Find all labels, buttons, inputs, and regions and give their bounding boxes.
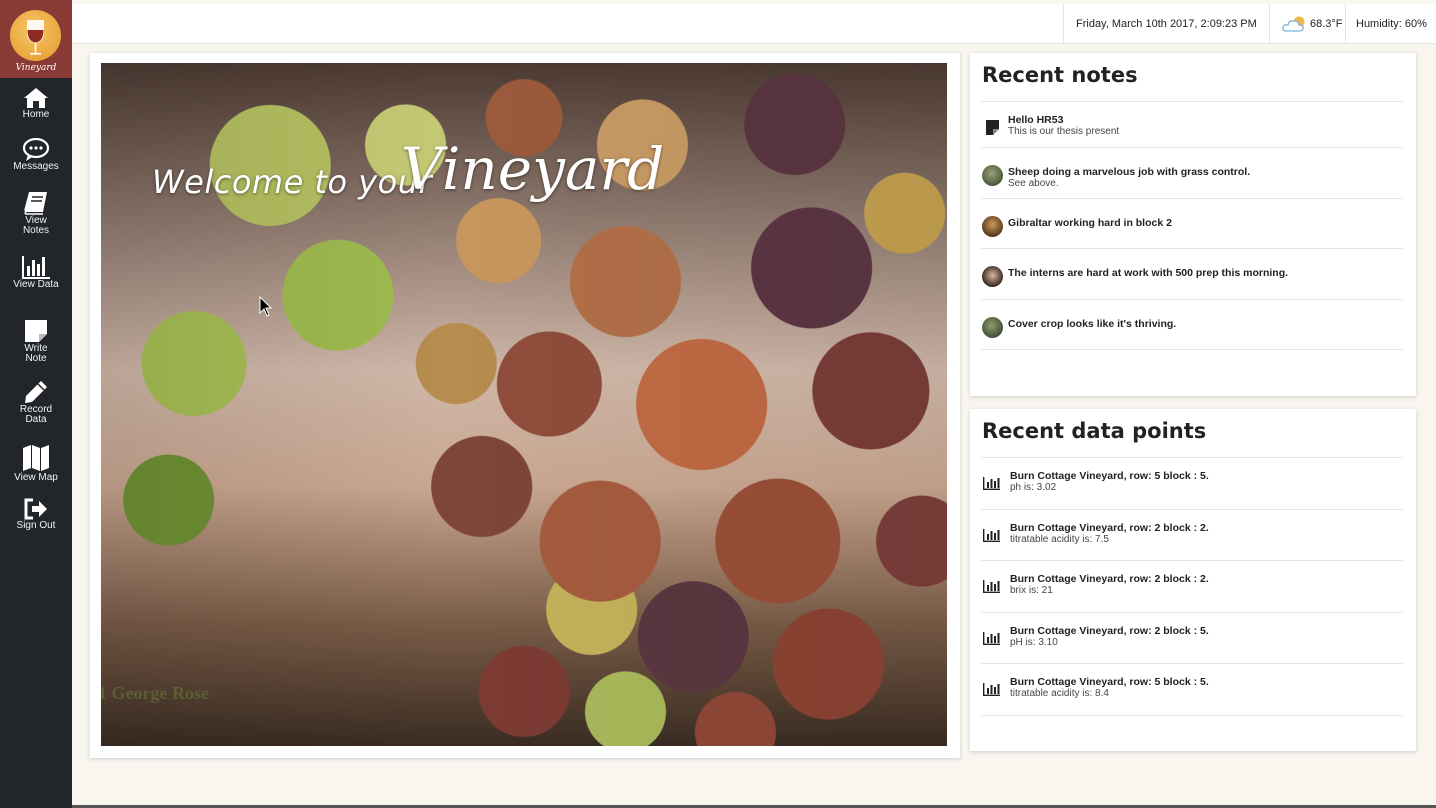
data-point-item[interactable]: Burn Cottage Vineyard, row: 2 block : 2.… xyxy=(981,561,1403,613)
sidebar-item-label: Home xyxy=(22,109,50,120)
recent-data-title: Recent data points xyxy=(982,419,1206,443)
note-subtitle: See above. xyxy=(1008,178,1059,189)
data-point-title: Burn Cottage Vineyard, row: 2 block : 2. xyxy=(1010,521,1209,534)
home-icon xyxy=(24,88,48,108)
sidebar: Vineyard Home Messages View Notes View D… xyxy=(0,0,72,808)
avatar xyxy=(982,165,1003,186)
note-subtitle: This is our thesis present xyxy=(1008,126,1120,137)
bar-chart-icon xyxy=(983,683,1000,697)
pencil-icon xyxy=(25,381,47,403)
sidebar-item-label-2: Note xyxy=(25,353,47,364)
note-item[interactable]: The interns are hard at work with 500 pr… xyxy=(981,249,1403,300)
sidebar-item-write-note[interactable]: Write Note xyxy=(0,312,72,379)
bar-chart-icon xyxy=(983,477,1000,490)
map-icon xyxy=(23,445,49,471)
note-title: Cover crop looks like it's thriving. xyxy=(1008,317,1177,330)
sidebar-item-label: View Data xyxy=(13,279,59,290)
humidity-display: Humidity: 60% xyxy=(1345,4,1436,44)
avatar xyxy=(982,266,1003,287)
data-point-item[interactable]: Burn Cottage Vineyard, row: 5 block : 5.… xyxy=(981,458,1403,510)
data-point-value: ph is: 3.02 xyxy=(1010,482,1057,493)
sidebar-item-view-notes[interactable]: View Notes xyxy=(0,190,72,254)
bar-chart-icon xyxy=(983,631,1000,645)
datetime-display: Friday, March 10th 2017, 2:09:23 PM xyxy=(1063,4,1269,44)
photo-credit: 1 George Rose xyxy=(101,683,209,703)
note-title: Sheep doing a marvelous job with grass c… xyxy=(1008,166,1251,178)
welcome-card: Welcome to your Vineyard 1 George Rose xyxy=(90,53,960,758)
sticky-note-icon xyxy=(25,320,47,342)
note-title: The interns are hard at work with 500 pr… xyxy=(1008,267,1289,279)
bar-chart-icon xyxy=(983,528,1000,542)
data-point-title: Burn Cottage Vineyard, row: 5 block : 5. xyxy=(1010,470,1209,482)
data-point-value: brix is: 21 xyxy=(1010,585,1053,597)
app-logo[interactable]: Vineyard xyxy=(0,0,72,78)
chat-icon xyxy=(22,138,50,161)
bar-chart-icon xyxy=(22,256,50,279)
sidebar-item-label: Messages xyxy=(13,161,59,172)
recent-notes-title-text: Recent notes xyxy=(982,63,1138,87)
recent-data-card: Recent data points Burn Cottage Vineyard… xyxy=(970,409,1416,751)
sidebar-item-label-2: Data xyxy=(25,414,47,425)
sidebar-item-view-data[interactable]: View Data xyxy=(0,254,72,312)
avatar xyxy=(982,316,1003,338)
mouse-cursor-icon xyxy=(259,296,273,317)
data-point-value: titratable acidity is: 8.4 xyxy=(1010,688,1109,700)
grapes-photo: Welcome to your Vineyard 1 George Rose xyxy=(101,63,947,746)
sidebar-nav: Home Messages View Notes View Data Write… xyxy=(0,86,72,551)
data-point-title: Burn Cottage Vineyard, row: 5 block : 5. xyxy=(1010,676,1209,689)
sidebar-item-view-map[interactable]: View Map xyxy=(0,443,72,497)
data-point-title: Burn Cottage Vineyard, row: 2 block : 5. xyxy=(1010,624,1209,637)
note-title: Gibraltar working hard in block 2 xyxy=(1008,216,1172,229)
data-point-value: pH is: 3.10 xyxy=(1010,636,1058,648)
book-icon xyxy=(24,192,47,215)
sidebar-item-messages[interactable]: Messages xyxy=(0,138,72,190)
sidebar-item-home[interactable]: Home xyxy=(0,86,72,138)
note-item[interactable]: Cover crop looks like it's thriving. xyxy=(981,300,1403,350)
recent-data-title-text: Recent data points xyxy=(982,419,1207,443)
temperature-value: 68.3°F xyxy=(1310,18,1343,30)
sidebar-item-label-2: Notes xyxy=(22,225,50,236)
sidebar-item-label: Sign Out xyxy=(16,520,56,531)
sign-out-icon xyxy=(24,498,47,520)
bar-chart-icon xyxy=(983,580,1000,594)
welcome-text: Welcome to your xyxy=(152,163,433,201)
data-point-item[interactable]: Burn Cottage Vineyard, row: 2 block : 5.… xyxy=(981,613,1403,665)
partly-cloudy-icon xyxy=(1282,16,1305,32)
data-point-item[interactable]: Burn Cottage Vineyard, row: 5 block : 5.… xyxy=(981,664,1403,716)
note-item[interactable]: Hello HR53 This is our thesis present xyxy=(981,102,1403,148)
data-point-value: titratable acidity is: 7.5 xyxy=(1010,533,1109,545)
data-points-list: Burn Cottage Vineyard, row: 5 block : 5.… xyxy=(981,457,1403,716)
logo-text: Vineyard xyxy=(15,63,57,73)
note-title: Hello HR53 xyxy=(1008,114,1064,126)
data-point-item[interactable]: Burn Cottage Vineyard, row: 2 block : 2.… xyxy=(981,510,1403,562)
sidebar-item-sign-out[interactable]: Sign Out xyxy=(0,497,72,551)
sidebar-item-label: View Map xyxy=(14,472,58,483)
notes-list: Hello HR53 This is our thesis present Sh… xyxy=(981,101,1403,350)
note-item[interactable]: Gibraltar working hard in block 2 xyxy=(981,199,1403,249)
data-point-title: Burn Cottage Vineyard, row: 2 block : 2. xyxy=(1010,573,1209,586)
sticky-note-icon xyxy=(986,120,999,135)
vineyard-title: Vineyard xyxy=(401,135,665,203)
avatar xyxy=(982,215,1003,237)
wine-glass-icon xyxy=(10,10,61,61)
recent-notes-card: Recent notes Hello HR53 This is our thes… xyxy=(970,53,1416,396)
weather-display: 68.3°F xyxy=(1269,4,1345,44)
note-item[interactable]: Sheep doing a marvelous job with grass c… xyxy=(981,148,1403,199)
top-bar: Friday, March 10th 2017, 2:09:23 PM 68.3… xyxy=(72,4,1436,44)
recent-notes-title: Recent notes xyxy=(982,63,1138,87)
sidebar-item-record-data[interactable]: Record Data xyxy=(0,379,72,443)
